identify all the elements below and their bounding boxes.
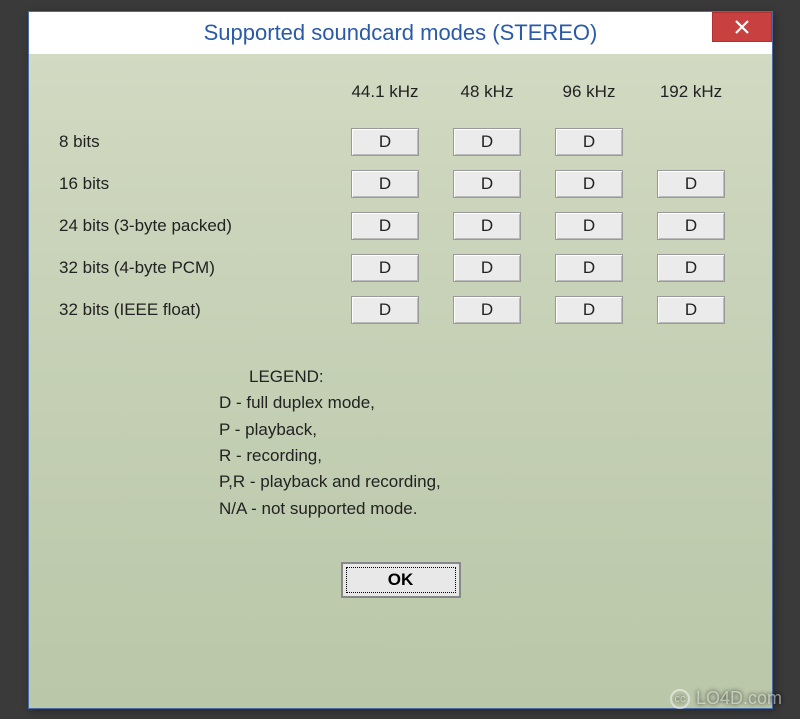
mode-box: D <box>555 170 623 198</box>
legend: LEGEND: D - full duplex mode, P - playba… <box>219 364 742 522</box>
mode-box: D <box>351 296 419 324</box>
legend-line: N/A - not supported mode. <box>219 496 742 522</box>
mode-box: D <box>453 254 521 282</box>
dialog-action-row: OK <box>59 562 742 598</box>
watermark: cc LO4D.com <box>670 688 782 709</box>
dialog-content: 44.1 kHz 48 kHz 96 kHz 192 kHz 8 bits D … <box>29 54 772 608</box>
mode-box: D <box>657 254 725 282</box>
mode-box: D <box>657 212 725 240</box>
mode-box: D <box>453 128 521 156</box>
mode-box: D <box>351 170 419 198</box>
mode-box: D <box>555 128 623 156</box>
mode-box: D <box>555 212 623 240</box>
titlebar: Supported soundcard modes (STEREO) <box>29 12 772 54</box>
legend-line: P - playback, <box>219 417 742 443</box>
mode-box: D <box>351 254 419 282</box>
modes-grid: 44.1 kHz 48 kHz 96 kHz 192 kHz 8 bits D … <box>59 82 742 324</box>
row-header-32bits-pcm: 32 bits (4-byte PCM) <box>59 258 334 278</box>
row-header-32bits-float: 32 bits (IEEE float) <box>59 300 334 320</box>
mode-box: D <box>657 170 725 198</box>
close-button[interactable] <box>712 12 772 42</box>
window-title: Supported soundcard modes (STEREO) <box>204 20 598 46</box>
ok-button[interactable]: OK <box>341 562 461 598</box>
legend-line: D - full duplex mode, <box>219 390 742 416</box>
mode-box: D <box>453 212 521 240</box>
mode-box: D <box>351 212 419 240</box>
col-header-192khz: 192 kHz <box>640 82 742 114</box>
col-header-96khz: 96 kHz <box>538 82 640 114</box>
mode-box: D <box>453 170 521 198</box>
dialog-window: Supported soundcard modes (STEREO) 44.1 … <box>28 11 773 709</box>
cc-icon: cc <box>670 689 690 709</box>
mode-box: D <box>351 128 419 156</box>
mode-box: D <box>657 296 725 324</box>
row-header-24bits: 24 bits (3-byte packed) <box>59 216 334 236</box>
row-header-8bits: 8 bits <box>59 132 334 152</box>
close-icon <box>735 20 749 34</box>
mode-box: D <box>555 296 623 324</box>
row-header-16bits: 16 bits <box>59 174 334 194</box>
col-header-48khz: 48 kHz <box>436 82 538 114</box>
col-header-44khz: 44.1 kHz <box>334 82 436 114</box>
legend-line: P,R - playback and recording, <box>219 469 742 495</box>
mode-box: D <box>453 296 521 324</box>
watermark-text: LO4D.com <box>696 688 782 709</box>
legend-title: LEGEND: <box>219 364 742 390</box>
legend-line: R - recording, <box>219 443 742 469</box>
mode-box: D <box>555 254 623 282</box>
